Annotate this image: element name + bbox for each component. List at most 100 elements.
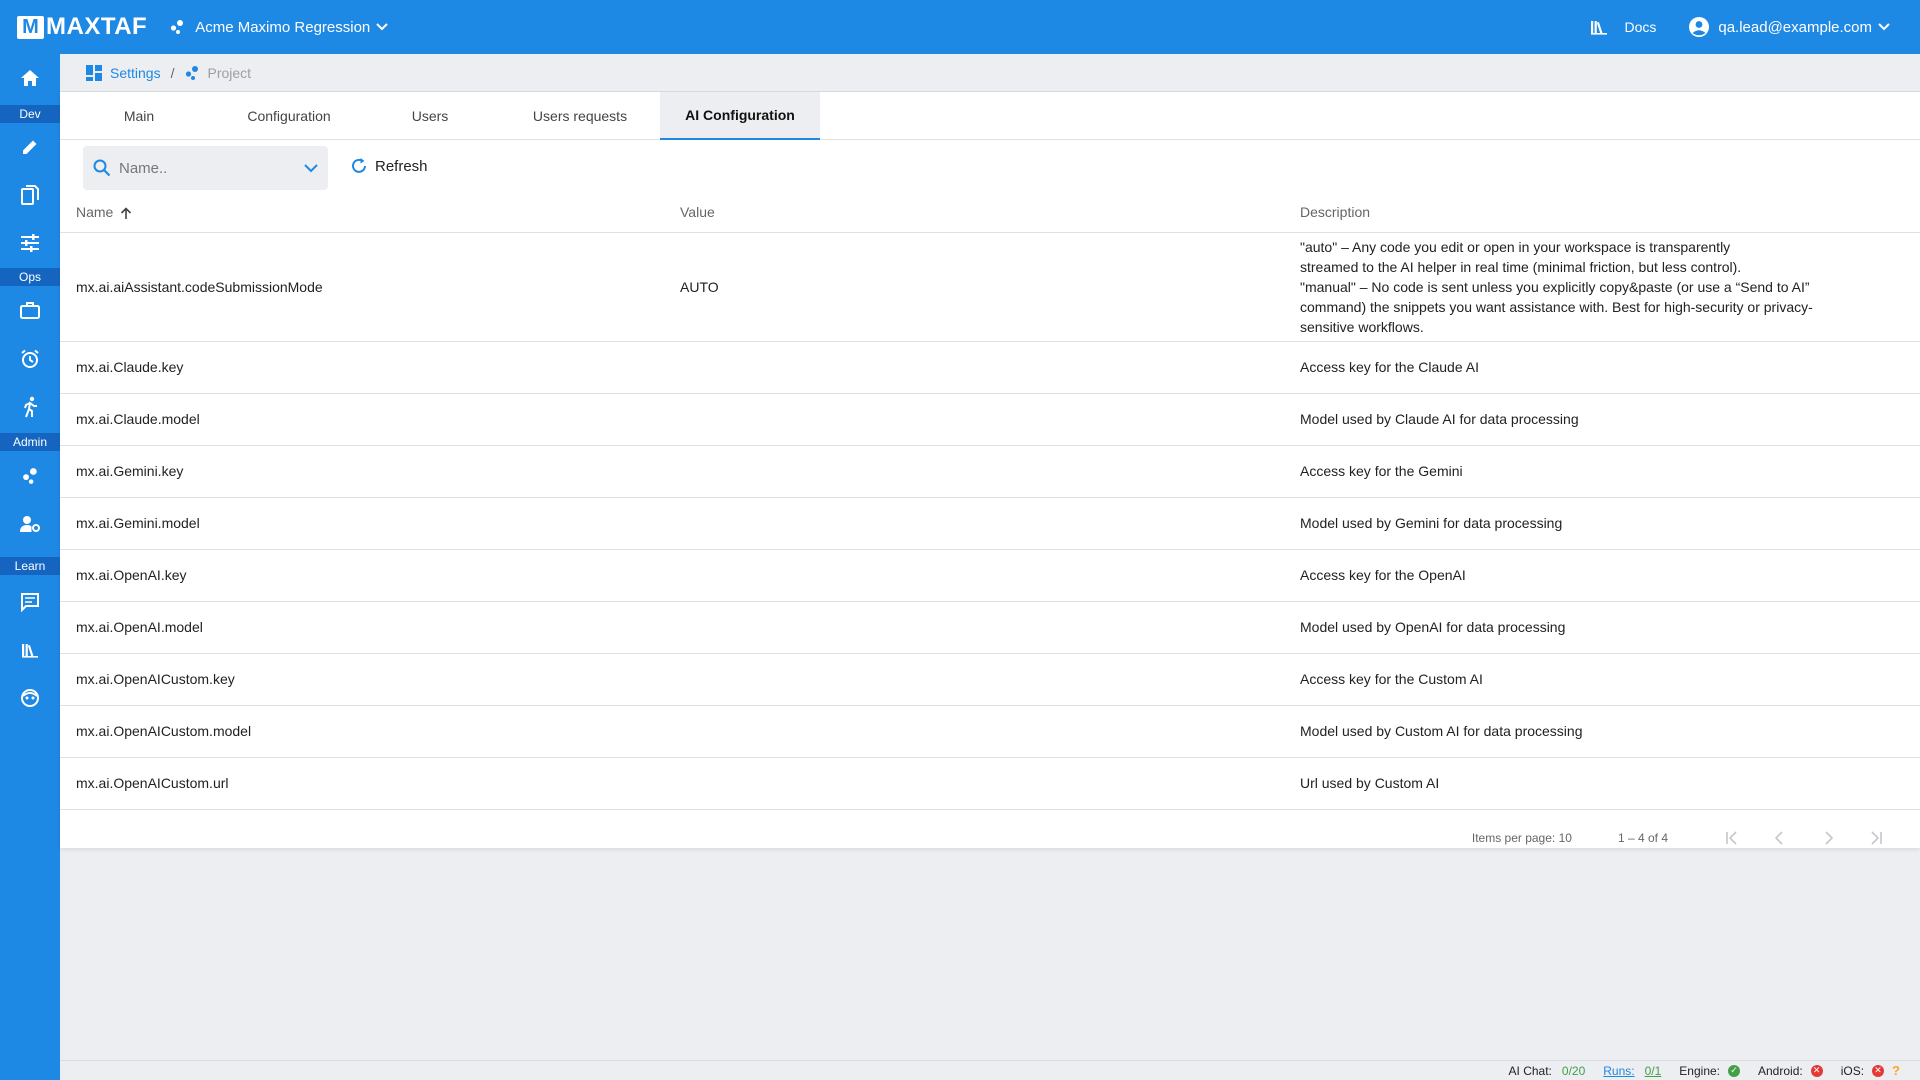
pencil-icon[interactable] [0,127,60,167]
sidebar-section-dev: Dev [0,105,60,123]
table-row[interactable]: mx.ai.Gemini.model Model used by Gemini … [60,497,1920,550]
tune-icon[interactable] [0,223,60,263]
chat-icon[interactable] [0,582,60,622]
search-box [83,146,328,190]
check-circle-icon: ✓ [1728,1064,1740,1077]
cell-description: Access key for the OpenAI [1300,549,1920,602]
chevron-down-icon [376,23,388,31]
description-line: streamed to the AI helper in real time (… [1300,258,1742,275]
refresh-label: Refresh [375,157,428,175]
paginator: Items per page: 10 1 – 4 of 4 [60,810,1920,866]
status-ai-chat-value: 0/20 [1561,1063,1586,1078]
tab-main[interactable]: Main [60,92,218,140]
status-runs-value[interactable]: 0/1 [1645,1064,1662,1078]
page-range: 1 – 4 of 4 [1617,830,1668,845]
cell-value [680,393,1300,446]
table-row[interactable]: mx.ai.Claude.key Access key for the Clau… [60,341,1920,394]
table-row[interactable]: mx.ai.Gemini.key Access key for the Gemi… [60,445,1920,498]
cell-description: Access key for the Custom AI [1300,653,1920,706]
table-row[interactable]: mx.ai.OpenAICustom.model Model used by C… [60,705,1920,758]
status-runs[interactable]: Runs: 0/1 [1603,1064,1661,1078]
library-icon[interactable] [0,630,60,670]
tab-configuration[interactable]: Configuration [218,92,360,140]
ai-config-table: Name Value Description mx.ai.aiAssistant… [60,192,1920,810]
breadcrumb-project-label: Project [207,64,252,81]
settings-card: Main Configuration Users Users requests … [60,92,1920,848]
cell-name: mx.ai.OpenAI.key [60,549,680,602]
user-settings-icon[interactable] [0,504,60,544]
error-circle-icon: ✕ [1872,1064,1885,1077]
breadcrumb-project: Project [184,65,251,81]
cell-value [680,497,1300,550]
breadcrumb: Settings / Project [60,54,1920,92]
cell-description: Url used by Custom AI [1300,757,1920,810]
sidebar-section-admin: Admin [0,433,60,451]
tab-users-requests[interactable]: Users requests [500,92,660,140]
help-icon[interactable]: ? [1892,1063,1900,1078]
dashboard-icon [86,64,102,81]
docs-link[interactable]: Docs [1590,19,1656,35]
library-icon [1591,21,1608,35]
cell-name: mx.ai.Gemini.model [60,497,680,550]
previous-page-button[interactable] [1756,818,1804,858]
status-runs-label[interactable]: Runs: [1603,1064,1634,1078]
chevron-down-icon[interactable] [304,163,318,173]
top-bar: M MAXTAF Acme Maximo Regression Docs qa.… [0,0,1920,54]
chevron-down-icon [1878,23,1890,31]
cell-value [680,757,1300,810]
status-engine-label: Engine: [1679,1063,1720,1078]
alarm-icon[interactable] [0,339,60,379]
description-line: "manual" – No code is sent unless you ex… [1300,278,1810,295]
table-row[interactable]: mx.ai.aiAssistant.codeSubmissionMode AUT… [60,232,1920,342]
next-page-button[interactable] [1804,818,1852,858]
breadcrumb-settings[interactable]: Settings [85,64,161,82]
account-circle-icon [1689,17,1710,37]
project-icon [186,65,199,80]
column-header-value[interactable]: Value [680,192,1300,233]
last-page-button[interactable] [1852,818,1900,858]
cell-name: mx.ai.OpenAICustom.url [60,757,680,810]
tab-ai-configuration[interactable]: AI Configuration [660,92,820,140]
tab-users[interactable]: Users [360,92,500,140]
project-icon[interactable] [0,456,60,496]
cell-description: Access key for the Claude AI [1300,341,1920,394]
last-page-icon [1871,830,1882,845]
logo-text: MAXTAF [46,13,148,40]
sidebar: Dev Ops Admin Learn [0,54,60,1080]
table-row[interactable]: mx.ai.OpenAI.key Access key for the Open… [60,549,1920,602]
cell-value [680,341,1300,394]
logo-mark: M [17,15,44,39]
column-header-name[interactable]: Name [60,192,680,233]
cell-name: mx.ai.OpenAICustom.key [60,653,680,706]
table-row[interactable]: mx.ai.Claude.model Model used by Claude … [60,393,1920,446]
status-ios: iOS: ✕ ? [1841,1063,1900,1078]
table-row[interactable]: mx.ai.OpenAICustom.key Access key for th… [60,653,1920,706]
cell-name: mx.ai.aiAssistant.codeSubmissionMode [60,232,680,342]
user-menu[interactable]: qa.lead@example.com [1688,16,1890,38]
project-icon [171,20,184,34]
documents-icon[interactable] [0,175,60,215]
cell-description: Model used by Gemini for data processing [1300,497,1920,550]
run-icon[interactable] [0,387,60,427]
status-bar: AI Chat: 0/20 Runs: 0/1 Engine: ✓ Androi… [60,1060,1920,1080]
status-ai-chat-label: AI Chat: [1508,1063,1552,1078]
table-row[interactable]: mx.ai.OpenAICustom.url Url used by Custo… [60,757,1920,810]
project-switcher[interactable]: Acme Maximo Regression [169,19,398,36]
table-row[interactable]: mx.ai.OpenAI.model Model used by OpenAI … [60,601,1920,654]
error-circle-icon: ✕ [1810,1064,1823,1077]
cell-description: Access key for the Gemini [1300,445,1920,498]
items-per-page[interactable]: Items per page: 10 [1472,831,1572,845]
tab-bar: Main Configuration Users Users requests … [60,92,1920,140]
app-logo[interactable]: M MAXTAF [17,0,147,54]
home-icon[interactable] [0,58,60,98]
cell-description: Model used by OpenAI for data processing [1300,601,1920,654]
briefcase-icon[interactable] [0,290,60,330]
first-page-button[interactable] [1708,818,1756,858]
column-header-name-label: Name [76,203,114,220]
search-input[interactable] [119,159,279,177]
support-icon[interactable] [0,678,60,718]
refresh-button[interactable]: Refresh [350,157,428,175]
column-header-description[interactable]: Description [1300,192,1920,233]
items-per-page-label: Items per page: [1471,830,1556,845]
cell-name: mx.ai.OpenAICustom.model [60,705,680,758]
